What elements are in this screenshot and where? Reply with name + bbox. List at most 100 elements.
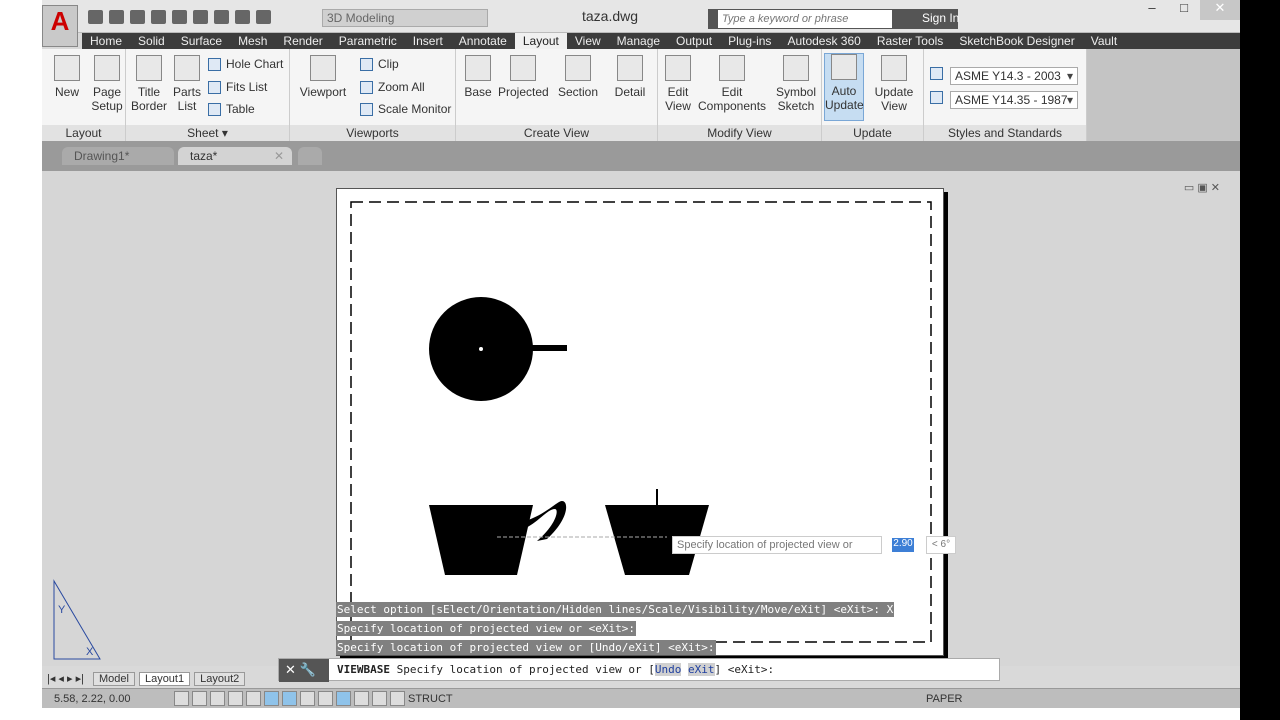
lineweight-icon[interactable] (336, 691, 351, 706)
update-view-button[interactable]: Update View (872, 55, 916, 113)
drawing-area[interactable]: ▭ ▣ ✕ YX Select option [sElect/Orientati… (42, 171, 1240, 666)
close-icon[interactable]: ✕ (285, 662, 296, 677)
tab-layout[interactable]: Layout (514, 33, 567, 49)
close-button[interactable]: ✕ (1200, 0, 1240, 20)
tab-solid[interactable]: Solid (130, 33, 173, 49)
polar-icon[interactable] (246, 691, 261, 706)
label: Edit (667, 85, 689, 99)
page-setup-button[interactable]: Page Setup (90, 55, 124, 113)
struct-toggle[interactable]: STRUCT (408, 693, 453, 705)
detail-view-button[interactable]: Detail (608, 55, 652, 99)
tab-layout1[interactable]: Layout1 (138, 672, 191, 686)
infer-constraints-icon[interactable] (174, 691, 189, 706)
style-editor-icon[interactable] (930, 67, 943, 80)
option-exit[interactable]: eXit (688, 663, 715, 676)
tab-vault[interactable]: Vault (1083, 33, 1125, 49)
tab-output[interactable]: Output (668, 33, 720, 49)
minimize-button[interactable]: – (1136, 0, 1168, 20)
otrack-icon[interactable] (282, 691, 297, 706)
new-icon[interactable] (88, 10, 103, 24)
ortho-icon[interactable] (228, 691, 243, 706)
tab-parametric[interactable]: Parametric (331, 33, 405, 49)
page-setup-icon (94, 55, 120, 81)
symbol-sketch-button[interactable]: Symbol Sketch (776, 55, 816, 113)
hole-chart-button[interactable]: Hole Chart (208, 57, 283, 71)
dynamic-input-angle[interactable]: < 6° (926, 536, 956, 554)
tab-manage[interactable]: Manage (609, 33, 668, 49)
command-line[interactable]: ✕ 🔧 VIEWBASE Specify location of project… (278, 658, 1000, 682)
print-icon[interactable] (193, 10, 208, 24)
title-border-button[interactable]: Title Border (130, 55, 168, 113)
dynamic-input-distance[interactable]: 2.90 (892, 538, 914, 552)
projected-view-button[interactable]: Projected (498, 55, 549, 99)
drafting-standard-select[interactable]: ASME Y14.3 - 2003 (950, 67, 1078, 85)
tab-model[interactable]: Model (92, 672, 135, 686)
object-standard-select[interactable]: ASME Y14.35 - 1987 (950, 91, 1078, 109)
fits-list-button[interactable]: Fits List (208, 80, 267, 94)
sign-in-button[interactable]: Sign In (922, 11, 959, 25)
tab-plugins[interactable]: Plug-ins (720, 33, 779, 49)
tab-autodesk-360[interactable]: Autodesk 360 (779, 33, 868, 49)
coordinates-readout: 5.58, 2.22, 0.00 (54, 693, 131, 705)
transparency-icon[interactable] (354, 691, 369, 706)
clip-button[interactable]: Clip (360, 57, 399, 71)
maximize-button[interactable]: □ (1168, 0, 1200, 20)
viewport-controls[interactable]: ▭ ▣ ✕ (1184, 181, 1220, 194)
new-tab-button[interactable] (298, 147, 322, 165)
tab-home[interactable]: Home (82, 33, 130, 49)
viewport-button[interactable]: Viewport (298, 55, 348, 99)
snap-icon[interactable] (192, 691, 207, 706)
label: Page (92, 85, 122, 99)
saveas-icon[interactable] (151, 10, 166, 24)
grid-icon[interactable] (210, 691, 225, 706)
doc-tab-taza[interactable]: taza* ✕ (178, 147, 292, 165)
standard-editor-icon[interactable] (930, 91, 943, 104)
search-input[interactable] (718, 10, 892, 28)
paper-space-toggle[interactable]: PAPER (926, 693, 962, 705)
new-button[interactable]: New (52, 55, 82, 99)
dynamic-input-tooltip: Specify location of projected view or (672, 536, 882, 554)
open-icon[interactable] (109, 10, 124, 24)
section-view-button[interactable]: Section (556, 55, 600, 99)
tab-sketchbook-designer[interactable]: SketchBook Designer (951, 33, 1082, 49)
tab-render[interactable]: Render (275, 33, 330, 49)
scale-monitor-button[interactable]: Scale Monitor (360, 102, 451, 116)
ducs-icon[interactable] (300, 691, 315, 706)
close-tab-icon[interactable]: ✕ (274, 147, 284, 165)
zoom-all-button[interactable]: Zoom All (360, 80, 425, 94)
dyn-icon[interactable] (318, 691, 333, 706)
label: Projected (498, 85, 549, 99)
parts-list-icon (174, 55, 200, 81)
title-bar: A 3D Modeling taza.dwg Sign In –□✕ (42, 0, 1240, 47)
edit-components-button[interactable]: Edit Components (698, 55, 766, 113)
panel-title: Styles and Standards (924, 125, 1086, 141)
tab-layout2[interactable]: Layout2 (194, 672, 246, 686)
tab-mesh[interactable]: Mesh (230, 33, 275, 49)
wrench-icon[interactable]: 🔧 (300, 662, 316, 677)
panel-title[interactable]: Sheet ▾ (126, 125, 289, 141)
tab-raster-tools[interactable]: Raster Tools (869, 33, 951, 49)
application-menu-button[interactable]: A (42, 5, 78, 47)
base-view-button[interactable]: Base (460, 55, 496, 99)
quick-properties-icon[interactable] (372, 691, 387, 706)
command-line-controls: ✕ 🔧 (279, 659, 329, 682)
save-icon[interactable] (130, 10, 145, 24)
tab-annotate[interactable]: Annotate (451, 33, 515, 49)
osnap-icon[interactable] (264, 691, 279, 706)
selection-cycling-icon[interactable] (390, 691, 405, 706)
tab-surface[interactable]: Surface (173, 33, 230, 49)
doc-tab-drawing1[interactable]: Drawing1* (62, 147, 174, 165)
auto-update-button[interactable]: Auto Update (824, 53, 864, 121)
tab-insert[interactable]: Insert (405, 33, 451, 49)
parts-list-button[interactable]: Parts List (170, 55, 204, 113)
tab-view[interactable]: View (567, 33, 609, 49)
table-button[interactable]: Table (208, 102, 255, 116)
svg-text:Y: Y (58, 604, 66, 616)
publish-icon[interactable] (172, 10, 187, 24)
workspace-icon[interactable] (256, 10, 271, 24)
option-undo[interactable]: Undo (654, 663, 682, 676)
undo-icon[interactable] (214, 10, 229, 24)
redo-icon[interactable] (235, 10, 250, 24)
edit-view-button[interactable]: Edit View (662, 55, 694, 113)
workspace-dropdown[interactable]: 3D Modeling (322, 9, 488, 27)
